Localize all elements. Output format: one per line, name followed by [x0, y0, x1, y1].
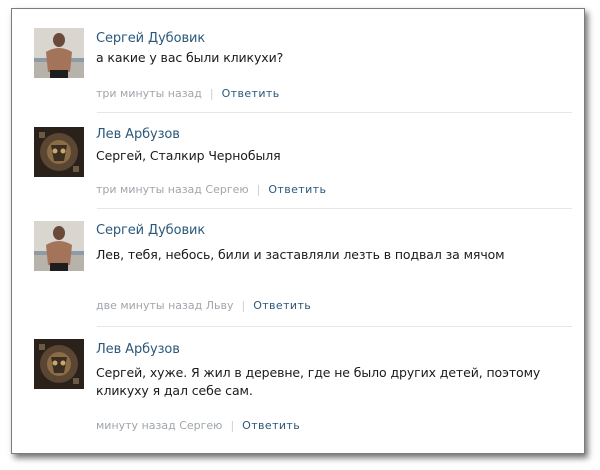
meta-separator: | — [230, 419, 235, 432]
reply-button[interactable]: Ответить — [222, 87, 280, 100]
comment-timestamp[interactable]: две минуты назад Льву — [96, 299, 233, 312]
shirtless-man-photo-icon — [34, 221, 84, 271]
comment-meta: две минуты назад Льву | Ответить — [96, 299, 311, 312]
comment-author-link[interactable]: Сергей Дубовик — [96, 31, 205, 46]
stalker-game-art-icon — [34, 127, 84, 177]
comment-text: Сергей, Сталкир Чернобыля — [96, 148, 281, 163]
comment-author-link[interactable]: Лев Арбузов — [96, 127, 180, 142]
avatar[interactable] — [34, 28, 84, 78]
comment-meta: три минуты назад Сергею | Ответить — [96, 183, 326, 196]
comment-text: Сергей, хуже. Я жил в деревне, где не бы… — [96, 365, 541, 398]
avatar[interactable] — [34, 339, 84, 389]
reply-button[interactable]: Ответить — [242, 419, 300, 432]
comment-divider — [97, 208, 572, 209]
comment-author-link[interactable]: Сергей Дубовик — [96, 223, 205, 238]
meta-separator: | — [241, 299, 246, 312]
reply-button[interactable]: Ответить — [268, 183, 326, 196]
comment-timestamp[interactable]: минуту назад Сергею — [96, 419, 222, 432]
meta-separator: | — [209, 87, 214, 100]
stalker-game-art-icon — [34, 339, 84, 389]
comment-thread: Сергей Дубовик а какие у вас были кликух… — [11, 8, 585, 454]
comment-meta: минуту назад Сергею | Ответить — [96, 419, 300, 432]
comment-text: а какие у вас были кликухи? — [96, 50, 284, 65]
shirtless-man-photo-icon — [34, 28, 84, 78]
comment-text: Лев, тебя, небось, били и заставляли лез… — [96, 247, 505, 262]
comment-meta: три минуты назад | Ответить — [96, 87, 280, 100]
comment-divider — [97, 112, 572, 113]
avatar[interactable] — [34, 221, 84, 271]
comment-divider — [97, 326, 572, 327]
meta-separator: | — [256, 183, 261, 196]
comment-author-link[interactable]: Лев Арбузов — [96, 342, 180, 357]
reply-button[interactable]: Ответить — [253, 299, 311, 312]
comment-timestamp[interactable]: три минуты назад Сергею — [96, 183, 249, 196]
comment-timestamp[interactable]: три минуты назад — [96, 87, 202, 100]
avatar[interactable] — [34, 127, 84, 177]
